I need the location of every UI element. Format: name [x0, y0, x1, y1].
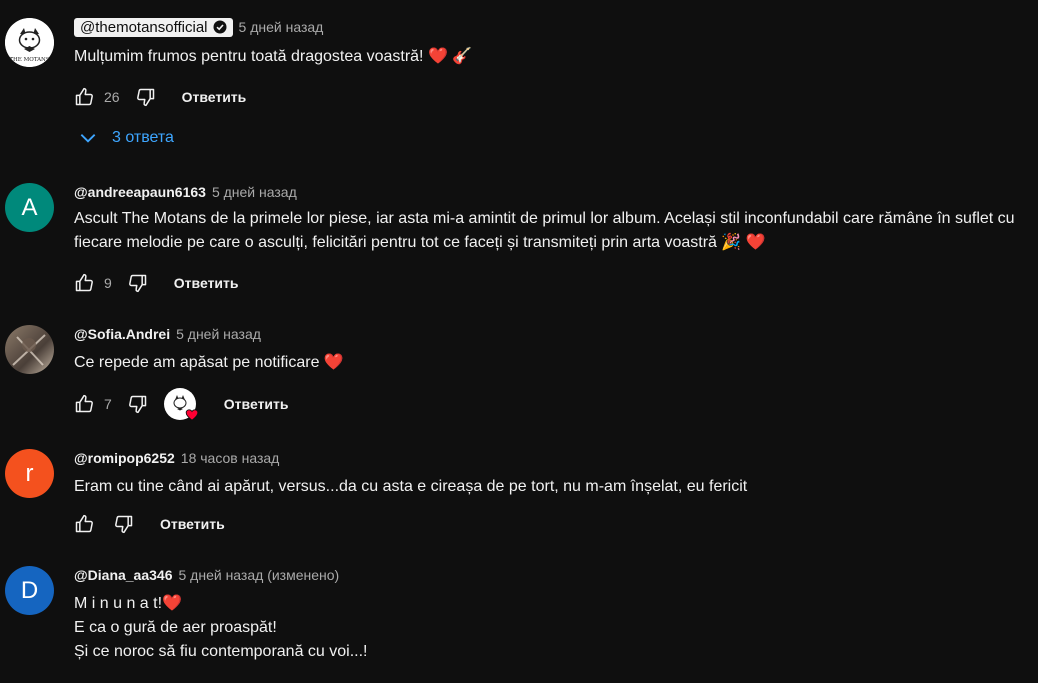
the-motans-logo: THE MOTANS	[5, 18, 54, 67]
comment-sofia-andrei: @Sofia.Andrei 5 дней назад Ce repede am …	[0, 323, 1038, 423]
author-name[interactable]: @Diana_aa346	[74, 567, 173, 583]
comment-text: Mulțumim frumos pentru toată dragostea v…	[74, 48, 473, 65]
reply-button[interactable]: Ответить	[160, 516, 225, 532]
like-button[interactable]	[74, 273, 94, 293]
photo-avatar-image	[12, 334, 46, 366]
like-button[interactable]	[74, 87, 94, 107]
comment-time[interactable]: 5 дней назад (изменено)	[179, 567, 340, 583]
thumbs-up-icon	[75, 273, 93, 292]
comment-text: Eram cu tine când ai apărut, versus...da…	[74, 478, 748, 495]
avatar-letter: r	[25, 459, 34, 487]
reply-button[interactable]: Ответить	[182, 89, 247, 105]
comment-text: Ascult The Motans de la primele lor pies…	[74, 210, 1015, 251]
comment-time[interactable]: 18 часов назад	[181, 450, 280, 466]
comment-themotansofficial: THE MOTANS @themotansofficial 5 дней наз…	[0, 16, 1038, 166]
dislike-button[interactable]	[136, 87, 156, 107]
thumbs-up-icon	[75, 394, 93, 413]
dislike-button[interactable]	[128, 394, 148, 414]
heart-icon	[185, 409, 199, 421]
thumbs-up-icon	[75, 514, 93, 533]
chevron-down-icon	[80, 134, 96, 143]
avatar[interactable]	[5, 325, 54, 374]
like-count: 26	[104, 89, 120, 105]
comment-romipop6252: r @romipop6252 18 часов назад Eram cu ti…	[0, 447, 1038, 542]
verified-icon	[213, 20, 227, 34]
reply-button[interactable]: Ответить	[224, 396, 289, 412]
avatar-letter: A	[21, 193, 38, 221]
creator-heart-badge	[163, 388, 199, 421]
thumbs-down-icon	[115, 515, 133, 534]
comment-time[interactable]: 5 дней назад	[176, 326, 261, 342]
replies-count: 3 ответа	[112, 129, 174, 146]
thumbs-down-icon	[136, 88, 154, 107]
author-name[interactable]: @andreeapaun6163	[74, 184, 206, 200]
dislike-button[interactable]	[114, 514, 134, 534]
thumbs-down-icon	[128, 395, 147, 414]
show-replies-button[interactable]: 3 ответа	[78, 128, 174, 148]
comment-time[interactable]: 5 дней назад	[239, 19, 324, 35]
avatar[interactable]: THE MOTANS	[5, 18, 54, 67]
comment-time[interactable]: 5 дней назад	[212, 184, 297, 200]
like-count: 7	[104, 396, 112, 412]
author-name[interactable]: @romipop6252	[74, 450, 175, 466]
comment-text: M i n u n a t!❤️ E ca o gură de aer proa…	[74, 595, 368, 660]
like-button[interactable]	[74, 394, 94, 414]
comment-andreeapaun6163: A @andreeapaun6163 5 дней назад Ascult T…	[0, 181, 1038, 301]
author-name[interactable]: @Sofia.Andrei	[74, 326, 170, 342]
like-count: 9	[104, 275, 112, 291]
comment-diana-aa346: D @Diana_aa346 5 дней назад (изменено) M…	[0, 564, 1038, 683]
avatar-letter: D	[20, 576, 39, 604]
thumbs-down-icon	[128, 274, 147, 293]
avatar[interactable]: D	[5, 566, 54, 615]
thumbs-up-icon	[75, 87, 93, 106]
author-name: @themotansofficial	[80, 18, 208, 36]
author-badge[interactable]: @themotansofficial	[74, 17, 233, 37]
svg-text:THE MOTANS: THE MOTANS	[9, 57, 50, 63]
like-button[interactable]	[74, 514, 94, 534]
dislike-button[interactable]	[128, 273, 148, 293]
avatar[interactable]: A	[5, 183, 54, 232]
comment-text: Ce repede am apăsat pe notificare ❤️	[74, 354, 344, 371]
avatar[interactable]: r	[5, 449, 54, 498]
reply-button[interactable]: Ответить	[174, 275, 239, 291]
